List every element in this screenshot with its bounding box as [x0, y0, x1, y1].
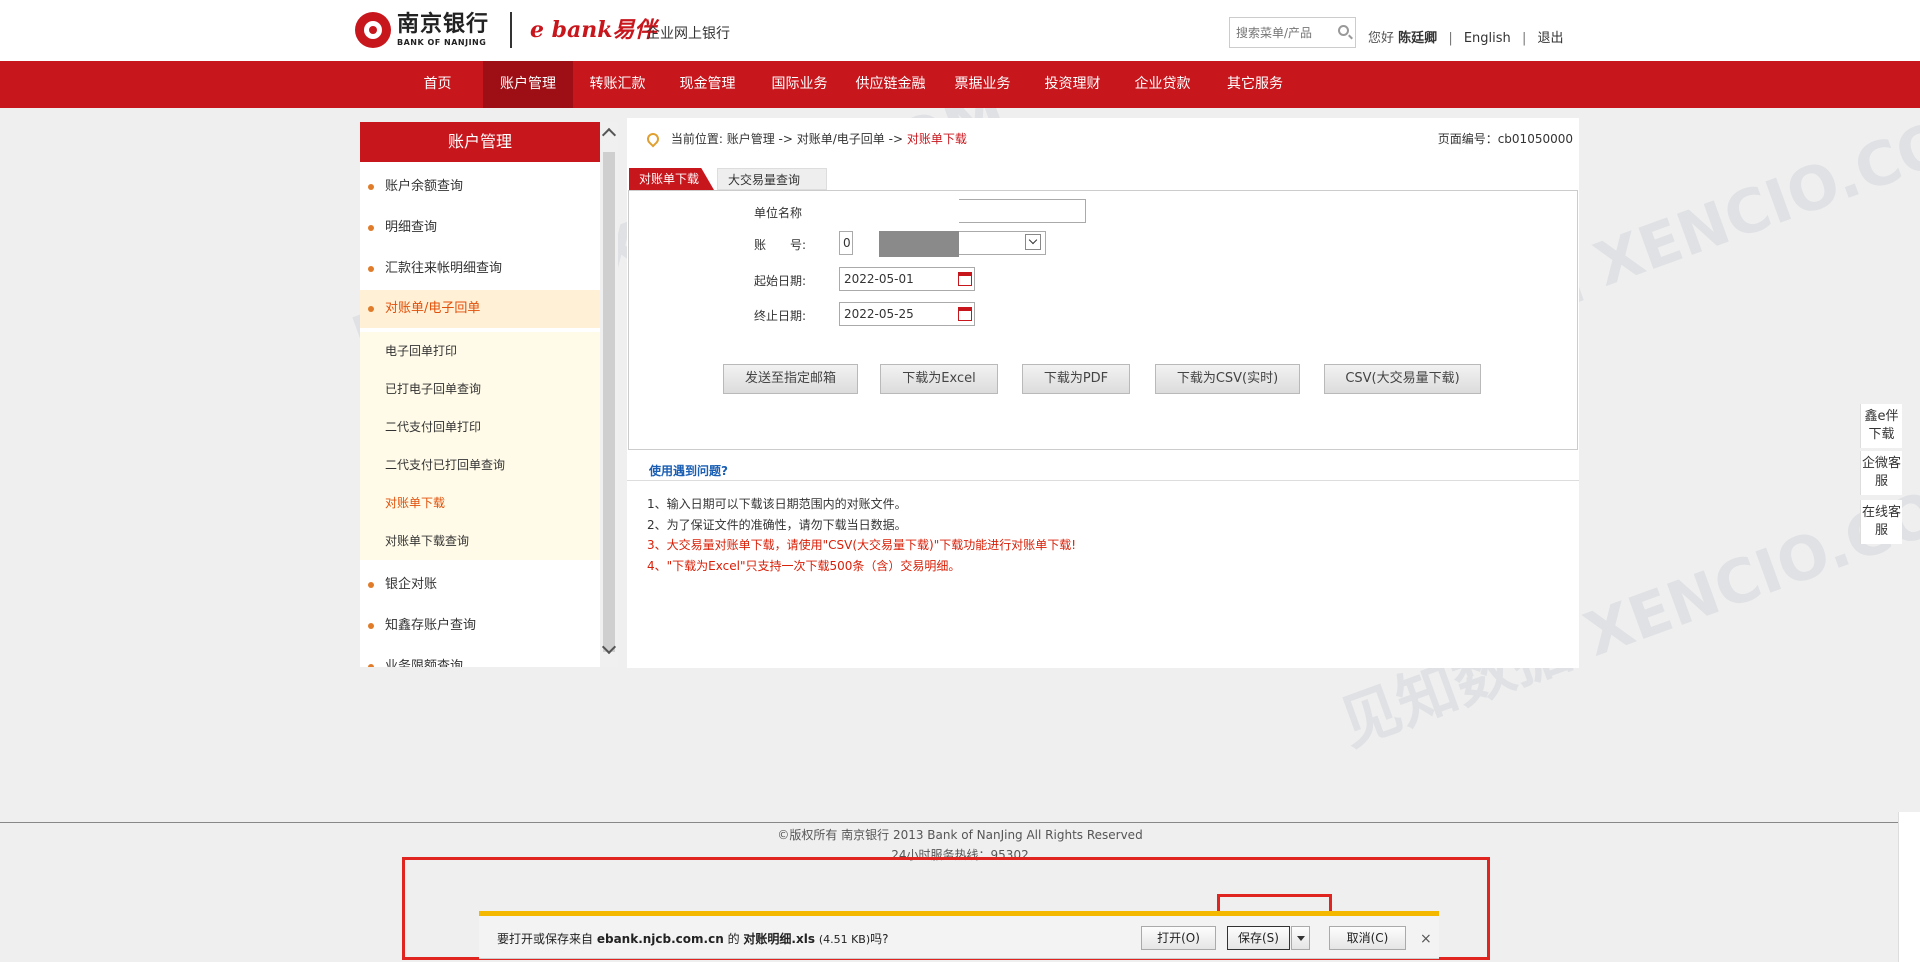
bank-name-cn: 南京银行 — [397, 11, 490, 37]
ime-toolbar[interactable] — [1898, 812, 1920, 962]
logo-divider — [510, 12, 512, 48]
sidebar-scrollbar[interactable] — [600, 122, 618, 667]
calendar-icon[interactable] — [958, 272, 972, 286]
sidebar: 账户管理 账户余额查询 明细查询 汇款往来帐明细查询 对账单/电子回单 电子回单… — [360, 122, 600, 667]
nav-investment[interactable]: 投资理财 — [1035, 61, 1110, 108]
start-date-input[interactable]: 2022-05-01 — [839, 267, 975, 291]
nav-home[interactable]: 首页 — [405, 61, 470, 108]
sidebar-sub-statement-query[interactable]: 对账单下载查询 — [360, 522, 600, 560]
sidebar-sub-statement-download[interactable]: 对账单下载 — [360, 484, 600, 522]
bullet-icon — [368, 225, 374, 231]
sidebar-sub-cnaps-printed[interactable]: 二代支付已打回单查询 — [360, 446, 600, 484]
greeting: 您好 — [1368, 31, 1395, 46]
tip-1: 1、输入日期可以下载该日期范围内的对账文件。 — [647, 497, 907, 511]
crumb-current: 对账单下载 — [906, 132, 967, 146]
sidebar-title: 账户管理 — [360, 122, 600, 162]
crumb-account[interactable]: 账户管理 — [727, 132, 775, 146]
user-links: 您好 陈廷卿 | English | 退出 — [1368, 31, 1564, 46]
main-nav: 首页 账户管理 转账汇款 现金管理 国际业务 供应链金融 票据业务 投资理财 企… — [0, 61, 1920, 108]
location-pin-icon — [644, 130, 662, 148]
nav-international[interactable]: 国际业务 — [762, 61, 837, 108]
sidebar-item-detail[interactable]: 明细查询 — [360, 209, 600, 247]
main-panel: 当前位置: 账户管理 -> 对账单/电子回单 -> 对账单下载 页面编号：cb0… — [627, 118, 1579, 668]
bullet-icon — [368, 184, 374, 190]
download-excel-button[interactable]: 下载为Excel — [880, 364, 998, 394]
nav-other-services[interactable]: 其它服务 — [1215, 61, 1295, 108]
unit-name-label: 单位名称 — [754, 206, 803, 220]
bullet-icon — [368, 664, 374, 667]
sidebar-item-statement[interactable]: 对账单/电子回单 — [360, 290, 600, 328]
tab-statement-download[interactable]: 对账单下载 — [629, 168, 714, 190]
sidebar-item-zhixin[interactable]: 知鑫存账户查询 — [360, 607, 600, 645]
account-masked — [879, 231, 959, 257]
download-pdf-button[interactable]: 下载为PDF — [1022, 364, 1130, 394]
download-csv-button[interactable]: 下载为CSV(实时) — [1155, 364, 1300, 394]
nav-transfer[interactable]: 转账汇款 — [580, 61, 655, 108]
cancel-button[interactable]: 取消(C) — [1329, 926, 1406, 950]
crumb-statement[interactable]: 对账单/电子回单 — [797, 132, 885, 146]
action-buttons: 发送至指定邮箱 下载为Excel 下载为PDF 下载为CSV(实时) CSV(大… — [627, 364, 1579, 394]
nav-supply-chain[interactable]: 供应链金融 — [848, 61, 933, 108]
bullet-icon — [368, 582, 374, 588]
tip-3: 3、大交易量对账单下载，请使用"CSV(大交易量下载)"下载功能进行对账单下载! — [647, 538, 1077, 552]
bank-name-en: BANK OF NANJING — [397, 37, 487, 47]
user-name: 陈廷卿 — [1398, 31, 1438, 46]
bank-logo-icon — [355, 12, 391, 48]
search-icon[interactable] — [1338, 25, 1349, 36]
footer-copyright: ©版权所有 南京银行 2013 Bank of NanJing All Righ… — [777, 828, 1143, 842]
tip-2: 2、为了保证文件的准确性，请勿下载当日数据。 — [647, 518, 907, 532]
footer-divider — [0, 822, 1920, 823]
end-date-input[interactable]: 2022-05-25 — [839, 302, 975, 326]
sidebar-item-reconcile[interactable]: 银企对账 — [360, 566, 600, 604]
nav-loans[interactable]: 企业贷款 — [1125, 61, 1200, 108]
save-button[interactable]: 保存(S) — [1227, 926, 1290, 950]
page-number: 页面编号：cb01050000 — [1437, 132, 1573, 146]
end-date-label: 终止日期: — [754, 309, 807, 323]
top-header: 南京银行 BANK OF NANJING e bank易伴 企业网上银行 您好 … — [0, 0, 1920, 61]
account-label: 账 号: — [754, 238, 807, 252]
bullet-icon — [368, 623, 374, 629]
account-dropdown[interactable] — [959, 231, 1046, 255]
send-email-button[interactable]: 发送至指定邮箱 — [723, 364, 858, 394]
sidebar-item-limit[interactable]: 业务限额查询 — [360, 648, 600, 667]
chevron-down-icon[interactable] — [1025, 234, 1041, 250]
logout-link[interactable]: 退出 — [1537, 31, 1563, 46]
download-prompt: 要打开或保存来自 ebank.njcb.com.cn 的 对账明细.xls (4… — [497, 932, 889, 946]
sidebar-sub-printed-receipt[interactable]: 已打电子回单查询 — [360, 370, 600, 408]
app-download-tab[interactable]: 鑫e伴下载 — [1860, 404, 1902, 448]
open-button[interactable]: 打开(O) — [1141, 926, 1216, 950]
site-subtitle: 企业网上银行 — [646, 26, 730, 42]
breadcrumb: 当前位置: 账户管理 -> 对账单/电子回单 -> 对账单下载 — [644, 130, 967, 148]
bullet-icon — [368, 306, 374, 312]
menu-search[interactable] — [1229, 17, 1356, 48]
sidebar-item-remittance[interactable]: 汇款往来帐明细查询 — [360, 250, 600, 288]
bank-logo[interactable]: 南京银行 BANK OF NANJING — [355, 10, 489, 50]
account-select[interactable]: 0 — [839, 231, 853, 255]
csv-large-download-button[interactable]: CSV(大交易量下载) — [1324, 364, 1481, 394]
query-form: 单位名称 账 号: 0 起始日期: 2022-05-01 终止日期: 2022-… — [628, 190, 1578, 450]
sidebar-sub-cnaps-print[interactable]: 二代支付回单打印 — [360, 408, 600, 446]
nav-cash-management[interactable]: 现金管理 — [670, 61, 745, 108]
calendar-icon[interactable] — [958, 307, 972, 321]
wecom-service-tab[interactable]: 企微客服 — [1860, 451, 1902, 495]
divider — [627, 480, 1579, 481]
english-link[interactable]: English — [1464, 31, 1511, 46]
unit-name-field[interactable] — [959, 199, 1086, 223]
tip-4: 4、"下载为Excel"只支持一次下载500条（含）交易明细。 — [647, 559, 961, 573]
ebank-logo: e bank易伴 — [530, 17, 657, 43]
start-date-label: 起始日期: — [754, 274, 807, 288]
online-service-tab[interactable]: 在线客服 — [1860, 500, 1902, 544]
save-options-dropdown[interactable] — [1291, 926, 1310, 950]
nav-bills[interactable]: 票据业务 — [945, 61, 1020, 108]
help-link[interactable]: 使用遇到问题? — [649, 462, 728, 479]
nav-account-management[interactable]: 账户管理 — [483, 61, 573, 108]
sidebar-item-balance[interactable]: 账户余额查询 — [360, 168, 600, 206]
tab-large-query[interactable]: 大交易量查询 — [717, 168, 827, 190]
search-input[interactable] — [1230, 18, 1330, 47]
sidebar-sub-receipt-print[interactable]: 电子回单打印 — [360, 332, 600, 370]
chevron-up-icon[interactable] — [601, 127, 617, 143]
scroll-thumb[interactable] — [603, 152, 615, 652]
close-icon[interactable]: × — [1420, 931, 1432, 947]
bullet-icon — [368, 266, 374, 272]
